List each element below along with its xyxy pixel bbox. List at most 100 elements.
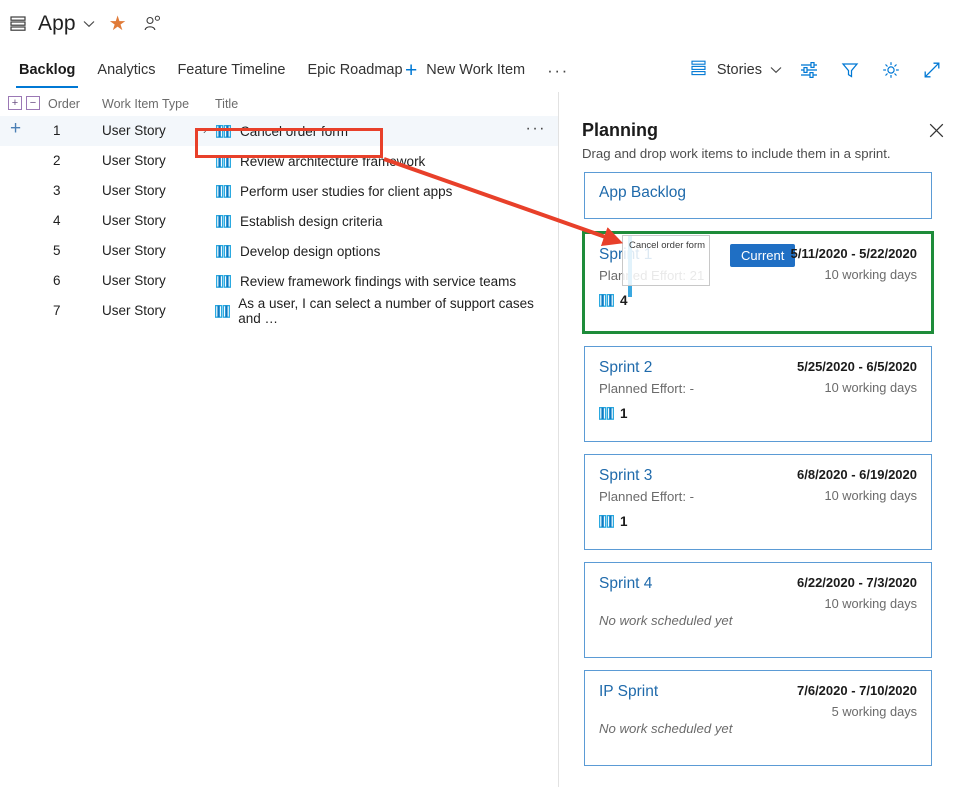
- row-order: 5: [53, 243, 61, 258]
- sprint-dates: 6/22/2020 - 7/3/2020: [797, 575, 917, 590]
- backlog-grid: + − Order Work Item Type Title + 1 User …: [0, 92, 558, 787]
- stacked-rows-icon: [8, 13, 30, 35]
- sprint-working-days: 10 working days: [824, 596, 917, 611]
- row-title-text[interactable]: Review architecture framework: [240, 154, 425, 169]
- close-icon[interactable]: [925, 119, 947, 141]
- row-work-item-type: User Story: [102, 273, 166, 288]
- gear-icon[interactable]: [870, 48, 911, 92]
- table-row[interactable]: 6 User Story Review framework findings w…: [0, 266, 558, 296]
- column-header-order[interactable]: Order: [48, 97, 80, 111]
- table-row[interactable]: 5 User Story Develop design options: [0, 236, 558, 266]
- expand-collapse-controls: + −: [8, 96, 40, 110]
- user-story-icon: [216, 154, 233, 168]
- app-title[interactable]: App: [38, 12, 76, 36]
- row-order: 2: [53, 153, 61, 168]
- row-title-cell[interactable]: As a user, I can select a number of supp…: [203, 296, 558, 326]
- stories-level-icon: [690, 59, 708, 81]
- sprint-card-sprint-2[interactable]: Sprint 2 Planned Effort: - 5/25/2020 - 6…: [584, 346, 932, 442]
- table-row[interactable]: 4 User Story Establish design criteria: [0, 206, 558, 236]
- chevron-down-icon[interactable]: [83, 17, 95, 31]
- row-context-menu-button[interactable]: ···: [526, 120, 546, 138]
- sprint-working-days: 5 working days: [831, 704, 917, 719]
- user-story-icon: [599, 294, 614, 307]
- user-story-icon: [599, 515, 614, 528]
- panel-divider: [558, 92, 559, 787]
- drag-ghost-label: Cancel order form: [629, 240, 706, 251]
- row-work-item-type: User Story: [102, 303, 166, 318]
- sprint-working-days: 10 working days: [824, 267, 917, 282]
- row-title-text[interactable]: As a user, I can select a number of supp…: [238, 296, 558, 326]
- sprint-empty-message: No work scheduled yet: [599, 613, 733, 628]
- tab-analytics[interactable]: Analytics: [86, 48, 166, 92]
- collapse-all-icon[interactable]: −: [26, 96, 40, 110]
- sprint-working-days: 10 working days: [824, 380, 917, 395]
- row-work-item-type: User Story: [102, 183, 166, 198]
- row-work-item-type: User Story: [102, 123, 166, 138]
- row-title-text[interactable]: Perform user studies for client apps: [240, 184, 452, 199]
- tab-backlog[interactable]: Backlog: [8, 48, 86, 92]
- add-item-inline-button[interactable]: +: [10, 119, 21, 138]
- backlog-card-title[interactable]: App Backlog: [599, 184, 917, 202]
- column-header-work-item-type[interactable]: Work Item Type: [102, 97, 189, 111]
- user-story-icon: [599, 407, 614, 420]
- new-work-item-button[interactable]: + New Work Item: [405, 60, 525, 81]
- user-story-icon: [215, 304, 231, 318]
- expand-all-icon[interactable]: +: [8, 96, 22, 110]
- row-title-cell[interactable]: Review architecture framework: [203, 151, 425, 171]
- row-title-text[interactable]: Review framework findings with service t…: [240, 274, 516, 289]
- page-title: Planning: [582, 120, 658, 140]
- sprint-dates: 5/25/2020 - 6/5/2020: [797, 359, 917, 374]
- row-title-text[interactable]: Develop design options: [240, 244, 380, 259]
- chevron-right-icon[interactable]: ›: [203, 125, 216, 137]
- plus-icon: +: [405, 58, 418, 82]
- sprint-card-sprint-3[interactable]: Sprint 3 Planned Effort: - 6/8/2020 - 6/…: [584, 454, 932, 550]
- column-header-title[interactable]: Title: [215, 97, 238, 111]
- command-bar-right: Stories: [684, 48, 952, 92]
- sprint-count-value: 1: [620, 514, 628, 529]
- backlog-level-selector[interactable]: Stories: [684, 59, 788, 81]
- row-order: 1: [53, 123, 61, 138]
- tab-epic-roadmap[interactable]: Epic Roadmap: [296, 48, 413, 92]
- row-order: 4: [53, 213, 61, 228]
- favorite-star-icon[interactable]: ★: [109, 14, 127, 34]
- top-bar: App ★: [0, 0, 958, 48]
- sprint-dates: 7/6/2020 - 7/10/2020: [797, 683, 917, 698]
- table-row[interactable]: + 1 User Story › Cancel order form ···: [0, 116, 558, 146]
- row-title-cell[interactable]: › Cancel order form: [203, 121, 348, 141]
- row-title-text[interactable]: Cancel order form: [240, 124, 348, 139]
- current-sprint-badge: Current: [730, 244, 796, 267]
- user-story-icon: [216, 244, 233, 258]
- sprint-dates: 5/11/2020 - 5/22/2020: [790, 246, 917, 261]
- column-options-icon[interactable]: [788, 48, 829, 92]
- backlog-drop-card[interactable]: App Backlog: [584, 172, 932, 219]
- user-story-icon: [216, 124, 233, 138]
- row-title-text[interactable]: Establish design criteria: [240, 214, 383, 229]
- filter-icon[interactable]: [829, 48, 870, 92]
- drag-ghost-card: Cancel order form: [622, 235, 710, 286]
- sprint-item-count: 1: [599, 406, 917, 421]
- sprint-card-ip-sprint[interactable]: IP Sprint 7/6/2020 - 7/10/2020 5 working…: [584, 670, 932, 766]
- user-story-icon: [216, 184, 233, 198]
- row-title-cell[interactable]: Establish design criteria: [203, 211, 383, 231]
- row-work-item-type: User Story: [102, 153, 166, 168]
- more-commands-button[interactable]: ···: [547, 62, 569, 79]
- row-title-cell[interactable]: Review framework findings with service t…: [203, 271, 516, 291]
- sprint-item-count: 4: [599, 293, 917, 308]
- sprint-count-value: 4: [620, 293, 628, 308]
- table-row[interactable]: 3 User Story Perform user studies for cl…: [0, 176, 558, 206]
- sprint-item-count: 1: [599, 514, 917, 529]
- row-title-cell[interactable]: Perform user studies for client apps: [203, 181, 452, 201]
- row-order: 7: [53, 303, 61, 318]
- grid-header-row: + − Order Work Item Type Title: [0, 92, 558, 116]
- table-row[interactable]: 7 User Story As a user, I can select a n…: [0, 296, 558, 326]
- sprint-count-value: 1: [620, 406, 628, 421]
- people-add-icon[interactable]: [143, 14, 163, 34]
- expand-icon[interactable]: [911, 48, 952, 92]
- sprint-card-sprint-4[interactable]: Sprint 4 6/22/2020 - 7/3/2020 10 working…: [584, 562, 932, 658]
- command-bar-left: + New Work Item ···: [405, 48, 569, 92]
- table-row[interactable]: 2 User Story Review architecture framewo…: [0, 146, 558, 176]
- row-title-cell[interactable]: Develop design options: [203, 241, 380, 261]
- tab-feature-timeline[interactable]: Feature Timeline: [166, 48, 296, 92]
- stories-label: Stories: [716, 62, 762, 78]
- user-story-icon: [216, 214, 233, 228]
